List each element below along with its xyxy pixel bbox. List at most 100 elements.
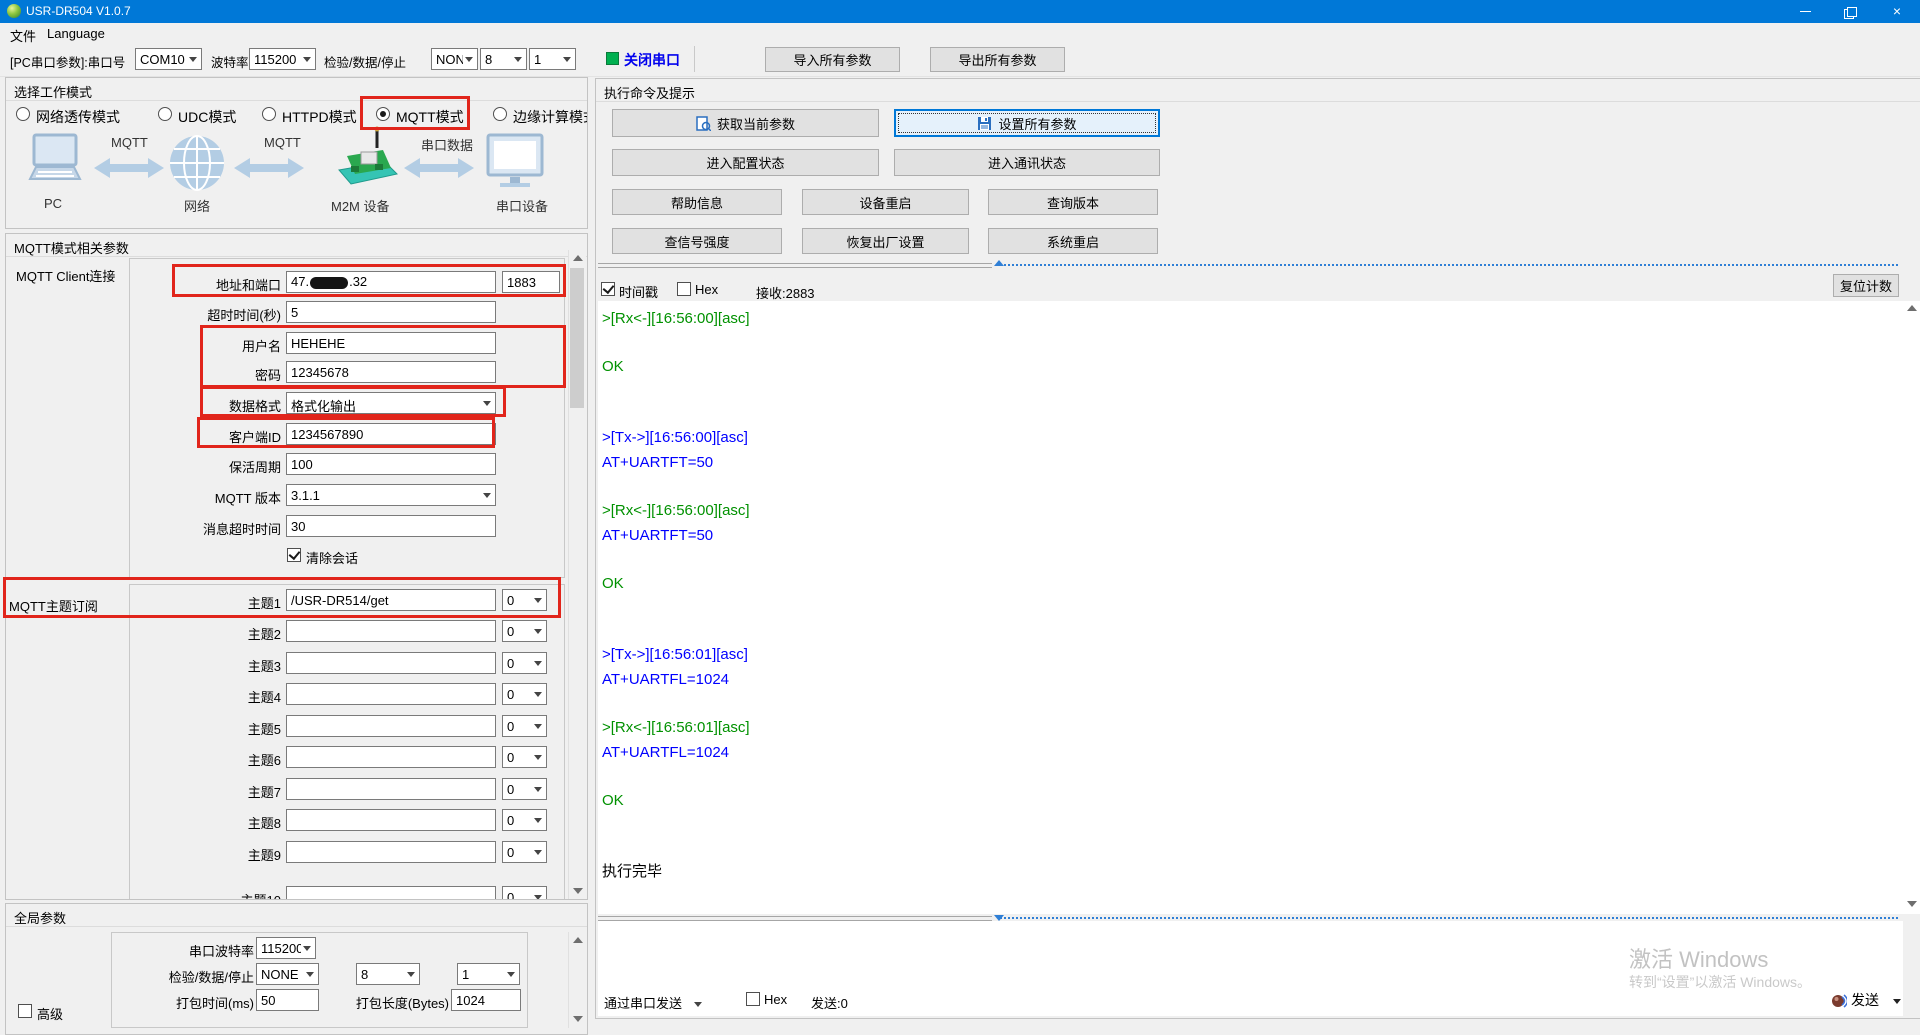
- log-lines: >[Rx<-][16:56:00][asc]OK>[Tx->][16:56:00…: [598, 309, 1903, 881]
- radio-icon[interactable]: [158, 107, 172, 121]
- port-input[interactable]: [502, 271, 560, 293]
- topic-input[interactable]: [286, 683, 496, 705]
- password-input[interactable]: [286, 361, 496, 383]
- topic-qos-select[interactable]: 0: [502, 589, 547, 611]
- topic-row: 主题100: [6, 886, 566, 900]
- parity-select[interactable]: NONE: [431, 48, 478, 70]
- parity-label: 检验/数据/停止: [324, 52, 406, 71]
- log-line: AT+UARTFL=1024: [602, 670, 1903, 689]
- g-stopbits-select[interactable]: 1: [457, 963, 520, 985]
- factory-reset-button[interactable]: 恢复出厂设置: [802, 228, 969, 254]
- scroll-up-icon[interactable]: [573, 255, 583, 261]
- restore-button[interactable]: [1828, 0, 1874, 23]
- log-area[interactable]: >[Rx<-][16:56:00][asc]OK>[Tx->][16:56:00…: [598, 301, 1903, 914]
- query-signal-button[interactable]: 查信号强度: [612, 228, 782, 254]
- baud-select[interactable]: 115200: [249, 48, 316, 70]
- device-restart-button[interactable]: 设备重启: [802, 189, 969, 215]
- chevron-down-icon: [507, 972, 515, 977]
- address-input[interactable]: 47..32: [286, 271, 496, 293]
- data-format-select[interactable]: 格式化输出: [286, 392, 496, 414]
- radio-icon[interactable]: [16, 107, 30, 121]
- chevron-down-icon: [694, 1002, 702, 1007]
- topic-qos-select[interactable]: 0: [502, 715, 547, 737]
- log-scrollbar[interactable]: [1903, 301, 1920, 914]
- log-hex-checkbox[interactable]: [677, 282, 691, 296]
- mqtt-panel-scrollbar[interactable]: [568, 250, 586, 900]
- reset-count-button[interactable]: 复位计数: [1833, 274, 1899, 297]
- topic-qos-select[interactable]: 0: [502, 746, 547, 768]
- topic-input[interactable]: [286, 778, 496, 800]
- topic-qos-select[interactable]: 0: [502, 886, 547, 900]
- help-info-button[interactable]: 帮助信息: [612, 189, 782, 215]
- pack-len-input[interactable]: [451, 989, 521, 1011]
- msg-timeout-input[interactable]: [286, 515, 496, 537]
- close-port-button[interactable]: 关闭串口: [624, 50, 680, 70]
- g-parity-select[interactable]: NONE: [256, 963, 319, 985]
- enter-comm-button[interactable]: 进入通讯状态: [894, 149, 1160, 176]
- topic-input[interactable]: [286, 652, 496, 674]
- scroll-up-icon[interactable]: [1907, 305, 1917, 311]
- export-params-button[interactable]: 导出所有参数: [930, 47, 1065, 72]
- timeout-input[interactable]: [286, 301, 496, 323]
- send-hex-checkbox[interactable]: [746, 992, 760, 1006]
- mqtt-client-section-label: MQTT Client连接: [16, 266, 136, 285]
- radio-icon[interactable]: [376, 107, 390, 121]
- pack-time-input[interactable]: [256, 989, 319, 1011]
- radio-icon[interactable]: [493, 107, 507, 121]
- get-params-button[interactable]: 获取当前参数: [612, 109, 879, 137]
- timestamp-checkbox[interactable]: [601, 282, 615, 296]
- topic-input[interactable]: [286, 620, 496, 642]
- topic-input[interactable]: [286, 715, 496, 737]
- arrow-icon: [404, 156, 474, 180]
- com-port-select[interactable]: COM10: [135, 48, 202, 70]
- splitter-track[interactable]: [1000, 264, 1898, 266]
- import-params-button[interactable]: 导入所有参数: [765, 47, 900, 72]
- menu-language[interactable]: Language: [47, 26, 105, 41]
- topic-input[interactable]: [286, 841, 496, 863]
- chevron-down-icon: [534, 895, 542, 900]
- databits-select[interactable]: 8: [480, 48, 527, 70]
- splitter-collapse-icon[interactable]: [994, 260, 1004, 266]
- query-version-button[interactable]: 查询版本: [988, 189, 1158, 215]
- set-all-params-button[interactable]: 设置所有参数: [894, 109, 1160, 137]
- topic-input[interactable]: [286, 809, 496, 831]
- scroll-down-icon[interactable]: [573, 1016, 583, 1022]
- scroll-up-icon[interactable]: [573, 937, 583, 943]
- mqtt-version-select[interactable]: 3.1.1: [286, 484, 496, 506]
- topic-qos-select[interactable]: 0: [502, 778, 547, 800]
- minimize-button[interactable]: [1782, 0, 1828, 23]
- global-panel-scrollbar[interactable]: [568, 932, 586, 1028]
- scroll-down-icon[interactable]: [1907, 901, 1917, 907]
- log-line: AT+UARTFT=50: [602, 453, 1903, 472]
- keepalive-input[interactable]: [286, 453, 496, 475]
- client-id-input[interactable]: [286, 423, 496, 445]
- scrollbar-thumb[interactable]: [570, 268, 584, 408]
- topic-qos-select[interactable]: 0: [502, 841, 547, 863]
- send-button[interactable]: 发送: [1831, 990, 1901, 1010]
- topic-input[interactable]: [286, 886, 496, 900]
- send-via-serial-button[interactable]: 通过串口发送: [604, 993, 702, 1012]
- clean-session-checkbox[interactable]: [287, 548, 301, 562]
- splitter-track[interactable]: [1000, 917, 1898, 919]
- send-horn-icon: [1831, 993, 1847, 1009]
- splitter-groove[interactable]: [598, 263, 992, 268]
- save-icon: [977, 116, 992, 131]
- menu-bar: 文件 Language: [0, 23, 1920, 43]
- chevron-down-icon: [1893, 999, 1901, 1004]
- topic-input[interactable]: [286, 589, 496, 611]
- topic-qos-select[interactable]: 0: [502, 683, 547, 705]
- g-baud-select[interactable]: 115200: [256, 937, 316, 959]
- close-button[interactable]: ×: [1874, 0, 1920, 23]
- advanced-checkbox[interactable]: [18, 1004, 32, 1018]
- username-input[interactable]: [286, 332, 496, 354]
- radio-icon[interactable]: [262, 107, 276, 121]
- stopbits-select[interactable]: 1: [529, 48, 576, 70]
- system-restart-button[interactable]: 系统重启: [988, 228, 1158, 254]
- enter-config-button[interactable]: 进入配置状态: [612, 149, 879, 176]
- topic-qos-select[interactable]: 0: [502, 809, 547, 831]
- g-databits-select[interactable]: 8: [356, 963, 420, 985]
- topic-input[interactable]: [286, 746, 496, 768]
- topic-qos-select[interactable]: 0: [502, 620, 547, 642]
- scroll-down-icon[interactable]: [573, 888, 583, 894]
- topic-qos-select[interactable]: 0: [502, 652, 547, 674]
